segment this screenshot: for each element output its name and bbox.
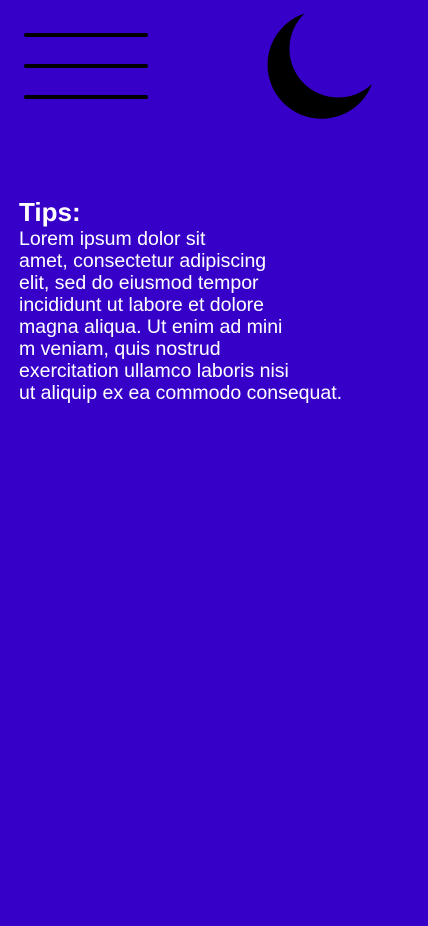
- tips-body: Lorem ipsum dolor sit amet, consectetur …: [19, 228, 419, 404]
- tips-line: m veniam, quis nostrud: [19, 338, 221, 360]
- tips-line: exercitation ullamco laboris nisi: [19, 360, 289, 382]
- menu-line: [24, 95, 148, 99]
- tips-line: ut aliquip ex ea commodo consequat.: [19, 382, 343, 404]
- tips-line: magna aliqua. Ut enim ad mini: [19, 316, 283, 338]
- tips-line: elit, sed do eiusmod tempor: [19, 272, 259, 294]
- menu-line: [24, 33, 148, 37]
- tips-section: Tips: Lorem ipsum dolor sit amet, consec…: [19, 196, 419, 404]
- crescent-moon-icon: [267, 13, 372, 119]
- tips-line: Lorem ipsum dolor sit: [19, 228, 206, 250]
- dark-mode-toggle[interactable]: [258, 8, 376, 124]
- menu-button[interactable]: [22, 30, 150, 104]
- tips-line: incididunt ut labore et dolore: [19, 294, 264, 316]
- tips-line: amet, consectetur adipiscing: [19, 250, 267, 272]
- menu-line: [24, 64, 148, 68]
- tips-title: Tips:: [19, 197, 81, 227]
